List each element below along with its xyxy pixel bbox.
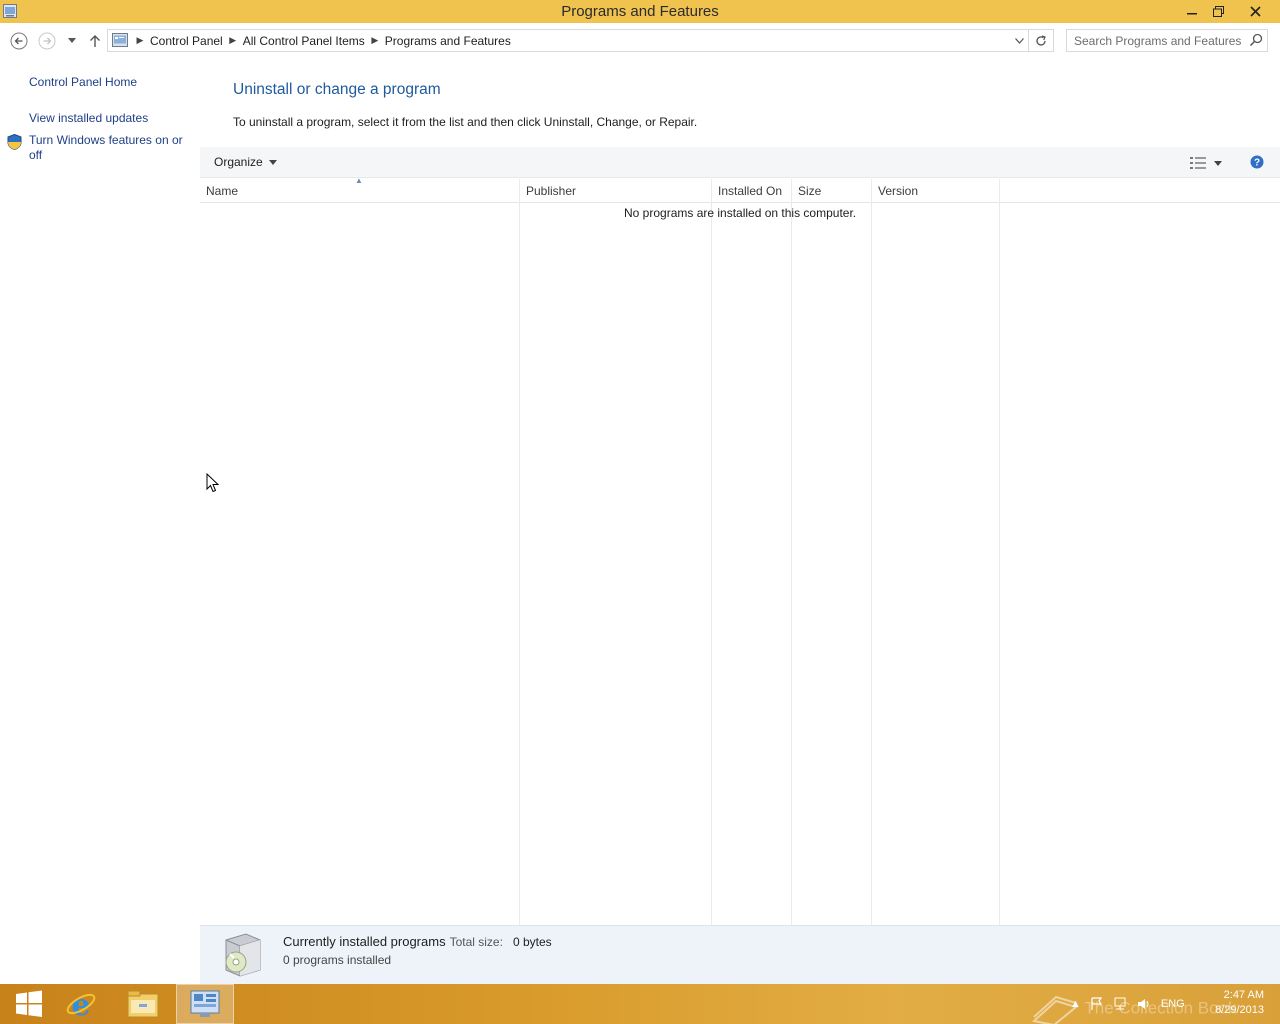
programs-count: 0 programs installed — [283, 953, 392, 967]
start-icon — [16, 990, 42, 1017]
breadcrumb-all-control-panel-items[interactable]: All Control Panel Items — [243, 34, 365, 48]
title-bar: Programs and Features — [0, 0, 1280, 23]
taskbar-control-panel[interactable] — [176, 984, 234, 1024]
breadcrumb-separator-icon[interactable]: ▶ — [130, 35, 150, 46]
svg-text:?: ? — [1254, 158, 1260, 169]
forward-arrow-icon — [38, 32, 56, 50]
total-size-value: 0 bytes — [512, 935, 552, 949]
close-button[interactable] — [1240, 0, 1270, 22]
column-divider[interactable] — [871, 179, 872, 925]
start-button[interactable] — [0, 984, 58, 1024]
column-headers: ▲ Name Publisher Installed On Size Versi… — [200, 176, 1280, 203]
back-arrow-icon — [10, 32, 28, 50]
file-explorer-icon — [127, 990, 159, 1018]
column-header-name[interactable]: ▲ Name — [200, 176, 519, 203]
details-view-icon — [1190, 157, 1206, 169]
column-header-version[interactable]: Version — [872, 179, 999, 203]
column-header-installed-on[interactable]: Installed On — [712, 179, 791, 203]
chevron-down-icon — [68, 38, 76, 43]
recent-locations-button[interactable] — [62, 31, 82, 51]
details-summary: Currently installed programs Total size: 0… — [283, 934, 552, 949]
search-input[interactable] — [1067, 30, 1247, 51]
uac-shield-icon — [7, 134, 22, 150]
main-content: Uninstall or change a program To uninsta… — [200, 59, 1280, 984]
control-panel-home-link[interactable]: Control Panel Home — [29, 75, 137, 90]
breadcrumb-programs-and-features[interactable]: Programs and Features — [385, 34, 511, 48]
column-divider[interactable] — [519, 179, 520, 925]
search-icon[interactable] — [1249, 33, 1263, 47]
chevron-down-icon — [268, 159, 277, 165]
page-title: Uninstall or change a program — [233, 81, 441, 98]
search-box[interactable] — [1066, 29, 1268, 52]
column-header-publisher[interactable]: Publisher — [520, 179, 711, 203]
restore-icon — [1212, 5, 1224, 17]
organize-button[interactable]: Organize — [214, 155, 277, 169]
help-icon[interactable]: ? — [1250, 155, 1264, 169]
turn-windows-features-link[interactable]: Turn Windows features on or off — [29, 133, 189, 163]
internet-explorer-icon: e — [66, 988, 96, 1020]
view-installed-updates-link[interactable]: View installed updates — [29, 111, 148, 126]
chevron-down-icon — [1214, 160, 1222, 166]
watermark-logo: The Collection Book — [1030, 993, 1237, 1024]
empty-list-message: No programs are installed on this comput… — [624, 206, 857, 220]
mouse-pointer-icon — [206, 473, 219, 493]
change-view-button[interactable] — [1190, 155, 1230, 171]
breadcrumb: ▶ Control Panel ▶ All Control Panel Item… — [112, 33, 511, 48]
control-panel-icon — [190, 990, 220, 1017]
chevron-down-icon — [1014, 38, 1024, 44]
instructions-text: To uninstall a program, select it from t… — [233, 115, 698, 129]
taskbar-internet-explorer[interactable]: e — [52, 984, 110, 1024]
minimize-icon — [1187, 13, 1197, 15]
column-label: Size — [798, 184, 822, 198]
window-title: Programs and Features — [561, 3, 719, 20]
watermark-text: The Collection Book — [1084, 998, 1237, 1018]
column-label: Version — [878, 184, 919, 198]
address-history-dropdown[interactable] — [1012, 33, 1026, 49]
column-header-size[interactable]: Size — [792, 179, 871, 203]
column-divider[interactable] — [791, 179, 792, 925]
close-icon — [1249, 5, 1261, 17]
command-bar: Organize ? — [200, 147, 1280, 178]
left-navigation-pane: Control Panel Home View installed update… — [0, 59, 200, 984]
refresh-icon — [1036, 34, 1046, 46]
up-arrow-icon — [90, 35, 100, 47]
column-label: Name — [206, 184, 239, 198]
navigation-bar: ▶ Control Panel ▶ All Control Panel Item… — [0, 23, 1280, 59]
details-title: Currently installed programs — [283, 934, 446, 949]
breadcrumb-separator-icon[interactable]: ▶ — [365, 35, 385, 46]
organize-label: Organize — [214, 155, 263, 169]
svg-text:e: e — [71, 988, 90, 1020]
column-divider[interactable] — [711, 179, 712, 925]
sort-ascending-icon: ▲ — [355, 176, 363, 185]
column-label: Installed On — [718, 184, 783, 198]
address-bar[interactable]: ▶ Control Panel ▶ All Control Panel Item… — [107, 29, 1029, 52]
control-panel-location-icon — [112, 33, 128, 47]
forward-button[interactable] — [37, 31, 57, 51]
details-pane: Currently installed programs Total size: 0… — [200, 925, 1280, 984]
restore-button[interactable] — [1203, 0, 1233, 22]
breadcrumb-control-panel[interactable]: Control Panel — [150, 34, 223, 48]
up-button[interactable] — [85, 31, 105, 51]
breadcrumb-separator-icon[interactable]: ▶ — [223, 35, 243, 46]
back-button[interactable] — [9, 31, 29, 51]
column-divider[interactable] — [999, 179, 1000, 925]
installed-programs-icon — [225, 933, 261, 977]
taskbar-file-explorer[interactable] — [114, 984, 172, 1024]
column-label: Publisher — [526, 184, 577, 198]
book-icon — [1031, 995, 1079, 1024]
refresh-button[interactable] — [1029, 29, 1054, 52]
total-size-label: Total size: — [449, 935, 503, 949]
